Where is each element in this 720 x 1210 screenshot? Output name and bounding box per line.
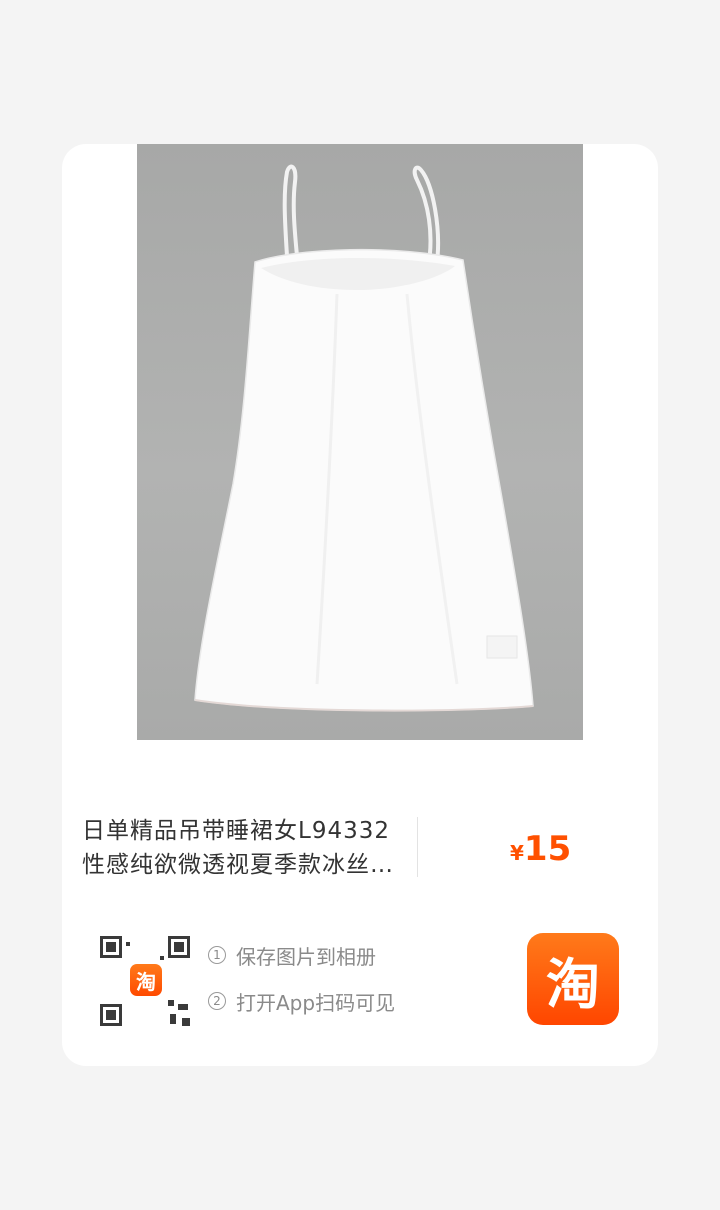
qr-finder-top-left [100,936,122,958]
product-price: ¥15 [510,829,571,869]
dress-illustration [194,164,534,712]
qr-finder-bottom-left [100,1004,122,1026]
step-text: 保存图片到相册 [236,944,376,969]
step-number: 2 [208,992,226,1010]
qr-code[interactable]: 淘 [98,934,192,1028]
step-open-app: 2 打开App扫码可见 [208,986,395,1016]
qr-module [126,942,130,946]
step-number: 1 [208,946,226,964]
divider [417,817,418,877]
currency-symbol: ¥ [510,841,524,865]
product-share-card: 日单精品吊带睡裙女L94332性感纯欲微透视夏季款冰丝吊带裙睡衣 ¥15 淘 1… [62,144,658,1066]
price-value: 15 [523,829,572,869]
product-title[interactable]: 日单精品吊带睡裙女L94332性感纯欲微透视夏季款冰丝吊带裙睡衣 [82,814,402,882]
step-text: 打开App扫码可见 [236,990,396,1015]
scan-instructions: 1 保存图片到相册 2 打开App扫码可见 [208,940,395,1032]
product-image[interactable] [137,144,583,740]
taobao-logo-icon: 淘 [130,964,162,996]
qr-module [170,1014,176,1024]
qr-module [168,1000,174,1006]
qr-module [182,1018,190,1026]
taobao-app-icon[interactable]: 淘 [527,933,619,1025]
step-save-image: 1 保存图片到相册 [208,940,395,970]
qr-finder-top-right [168,936,190,958]
qr-module [178,1004,188,1010]
qr-module [160,956,164,960]
